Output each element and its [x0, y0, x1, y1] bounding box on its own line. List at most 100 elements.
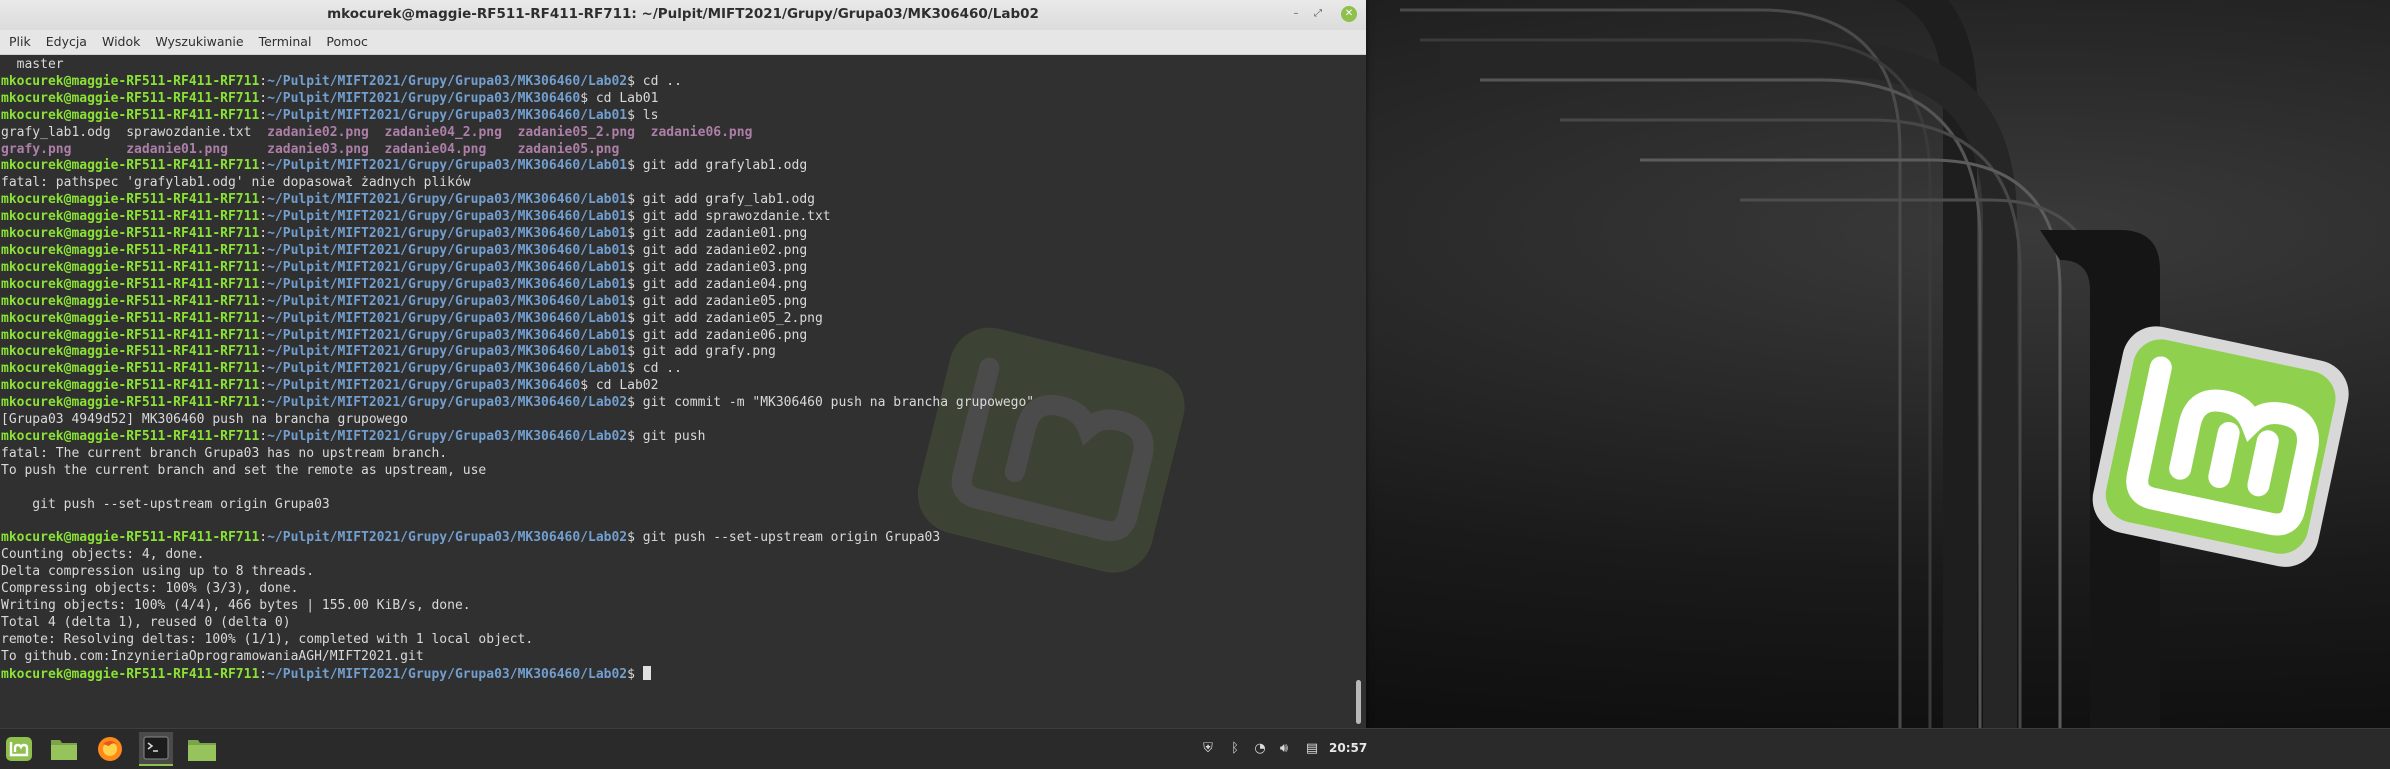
command-text: cd .. [642, 361, 682, 377]
volume-icon[interactable]: 🔊︎ [1274, 739, 1294, 759]
terminal-output-area[interactable]: master mkocurek@maggie-RF511-RF411-RF711… [0, 55, 1366, 728]
terminal-line: fatal: pathspec 'grafylab1.odg' nie dopa… [1, 175, 471, 191]
command-text: git push --set-upstream origin Grupa03 [642, 530, 941, 546]
command-text: git add grafy_lab1.odg [642, 192, 815, 208]
command-text: git add zadanie03.png [642, 259, 808, 275]
terminal-taskbar-button[interactable] [139, 732, 173, 766]
terminal-icon [143, 736, 169, 760]
prompt-user: mkocurek@maggie-RF511-RF411-RF711 [1, 192, 260, 208]
terminal-line: mkocurek@maggie-RF511-RF411-RF711:~/Pulp… [1, 107, 659, 123]
terminal-line: master [1, 57, 64, 72]
ls-entry: zadanie04.png [384, 141, 518, 157]
terminal-line: fatal: The current branch Grupa03 has no… [1, 445, 448, 461]
terminal-line: mkocurek@maggie-RF511-RF411-RF711:~/Pulp… [1, 395, 1035, 411]
bluetooth-icon[interactable]: ᛒ [1225, 739, 1245, 759]
prompt-path: ~/Pulpit/MIFT2021/Grupy/Grupa03/MK306460… [267, 428, 628, 444]
menubar: Plik Edycja Widok Wyszukiwanie Terminal Pomoc [0, 30, 1366, 55]
folder-icon [188, 740, 216, 761]
menu-edycja[interactable]: Edycja [37, 30, 93, 54]
terminal-line: remote: Resolving deltas: 100% (1/1), co… [1, 631, 534, 647]
command-text: cd Lab02 [595, 378, 659, 394]
terminal-text: master mkocurek@maggie-RF511-RF411-RF711… [1, 57, 1034, 684]
command-text: git add zadanie02.png [642, 242, 808, 258]
close-button[interactable]: ✕ [1341, 6, 1357, 22]
command-text: git add sprawozdanie.txt [642, 209, 831, 225]
clock[interactable]: 20:57 [1329, 741, 1367, 755]
menu-pomoc[interactable]: Pomoc [317, 30, 373, 54]
terminal-line: mkocurek@maggie-RF511-RF411-RF711:~/Pulp… [1, 530, 941, 546]
ls-entry: zadanie05.png [517, 141, 620, 157]
prompt-path: ~/Pulpit/MIFT2021/Grupy/Grupa03/MK306460 [267, 90, 581, 106]
prompt-path: ~/Pulpit/MIFT2021/Grupy/Grupa03/MK306460… [267, 242, 628, 258]
terminal-line: mkocurek@maggie-RF511-RF411-RF711:~/Pulp… [1, 310, 823, 326]
terminal-line: mkocurek@maggie-RF511-RF411-RF711:~/Pulp… [1, 192, 815, 208]
terminal-line: To github.com:InzynieriaOprogramowaniaAG… [1, 648, 424, 664]
ls-entry: zadanie02.png [267, 124, 385, 140]
prompt-path: ~/Pulpit/MIFT2021/Grupy/Grupa03/MK306460… [267, 361, 628, 377]
prompt-path: ~/Pulpit/MIFT2021/Grupy/Grupa03/MK306460… [267, 107, 628, 123]
ls-entry: zadanie06.png [650, 124, 753, 140]
ls-entry: grafy.png [1, 141, 127, 157]
window-title: mkocurek@maggie-RF511-RF411-RF711: ~/Pul… [327, 6, 1039, 22]
command-text: git add zadanie01.png [642, 226, 808, 242]
prompt-user: mkocurek@maggie-RF511-RF411-RF711 [1, 107, 260, 123]
command-text: git commit -m "MK306460 push na brancha … [642, 395, 1035, 411]
command-text: cd Lab01 [595, 90, 659, 106]
firefox-button[interactable] [93, 732, 127, 766]
prompt-path: ~/Pulpit/MIFT2021/Grupy/Grupa03/MK306460… [267, 293, 628, 309]
terminal-line: mkocurek@maggie-RF511-RF411-RF711:~/Pulp… [1, 209, 831, 225]
terminal-line: grafy_lab1.odg sprawozdanie.txt zadanie0… [1, 125, 752, 140]
command-text: git add grafy.png [642, 344, 776, 360]
window-titlebar[interactable]: mkocurek@maggie-RF511-RF411-RF711: ~/Pul… [0, 0, 1366, 31]
prompt-user: mkocurek@maggie-RF511-RF411-RF711 [1, 209, 260, 225]
prompt-user: mkocurek@maggie-RF511-RF411-RF711 [1, 242, 260, 258]
mint-menu-button[interactable] [2, 732, 36, 766]
prompt-user: mkocurek@maggie-RF511-RF411-RF711 [1, 666, 260, 682]
scrollbar-thumb[interactable] [1356, 680, 1361, 724]
shield-icon[interactable]: ⛨ [1198, 739, 1218, 759]
taskbar: ⛨ ᛒ ◔ 🔊︎ ▤ 20:57 [0, 728, 2390, 769]
prompt-user: mkocurek@maggie-RF511-RF411-RF711 [1, 530, 260, 546]
command-text: ls [642, 107, 659, 123]
prompt-path: ~/Pulpit/MIFT2021/Grupy/Grupa03/MK306460… [267, 158, 628, 174]
prompt-path: ~/Pulpit/MIFT2021/Grupy/Grupa03/MK306460… [267, 226, 628, 242]
files-window-button[interactable] [185, 732, 219, 766]
ls-entry: zadanie03.png [267, 141, 385, 157]
terminal-line: mkocurek@maggie-RF511-RF411-RF711:~/Pulp… [1, 90, 659, 106]
minimize-button[interactable]: – [1288, 6, 1304, 22]
command-text: git add grafylab1.odg [642, 158, 808, 174]
prompt-user: mkocurek@maggie-RF511-RF411-RF711 [1, 293, 260, 309]
prompt-user: mkocurek@maggie-RF511-RF411-RF711 [1, 361, 260, 377]
prompt-user: mkocurek@maggie-RF511-RF411-RF711 [1, 395, 260, 411]
command-text: git add zadanie04.png [642, 276, 808, 292]
prompt-path: ~/Pulpit/MIFT2021/Grupy/Grupa03/MK306460… [267, 209, 628, 225]
terminal-line: Total 4 (delta 1), reused 0 (delta 0) [1, 614, 291, 630]
menu-terminal[interactable]: Terminal [250, 30, 318, 54]
prompt-path: ~/Pulpit/MIFT2021/Grupy/Grupa03/MK306460… [267, 73, 628, 89]
file-manager-button[interactable] [47, 732, 81, 766]
command-text: git add zadanie05_2.png [642, 310, 823, 326]
terminal-line: mkocurek@maggie-RF511-RF411-RF711:~/Pulp… [1, 428, 706, 444]
command-text: git push [642, 428, 706, 444]
ls-entry: zadanie04_2.png [384, 124, 518, 140]
ls-entry: zadanie01.png [126, 141, 268, 157]
prompt-user: mkocurek@maggie-RF511-RF411-RF711 [1, 73, 260, 89]
terminal-line: Compressing objects: 100% (3/3), done. [1, 581, 299, 597]
menu-plik[interactable]: Plik [0, 30, 37, 54]
terminal-line: To push the current branch and set the r… [1, 462, 487, 478]
prompt-user: mkocurek@maggie-RF511-RF411-RF711 [1, 327, 260, 343]
prompt-path: ~/Pulpit/MIFT2021/Grupy/Grupa03/MK306460… [267, 344, 628, 360]
menu-wyszukiwanie[interactable]: Wyszukiwanie [146, 30, 249, 54]
menu-widok[interactable]: Widok [93, 30, 146, 54]
command-text: git add zadanie06.png [642, 327, 808, 343]
terminal-line: mkocurek@maggie-RF511-RF411-RF711:~/Pulp… [1, 242, 808, 258]
terminal-line: mkocurek@maggie-RF511-RF411-RF711:~/Pulp… [1, 158, 808, 174]
maximize-button[interactable]: ⤢ [1310, 6, 1326, 22]
mint-logo-icon [6, 737, 32, 761]
command-text: git add zadanie05.png [642, 293, 808, 309]
ls-entry: zadanie05_2.png [517, 124, 651, 140]
terminal-line: Counting objects: 4, done. [1, 547, 205, 563]
clipboard-icon[interactable]: ▤ [1302, 739, 1322, 759]
wifi-icon[interactable]: ◔ [1250, 739, 1270, 759]
terminal-window[interactable]: mkocurek@maggie-RF511-RF411-RF711: ~/Pul… [0, 0, 1366, 728]
